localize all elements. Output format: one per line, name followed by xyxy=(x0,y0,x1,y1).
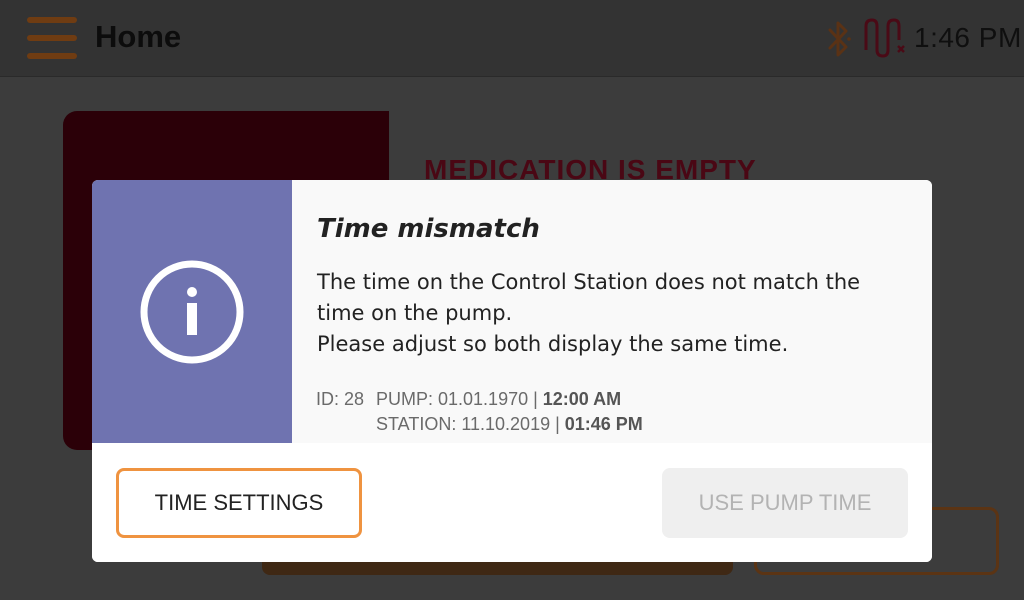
station-time-row: STATION: 11.10.2019 | 01:46 PM xyxy=(316,412,643,437)
dialog-message: The time on the Control Station does not… xyxy=(317,267,907,360)
dialog-message-line2: Please adjust so both display the same t… xyxy=(317,332,789,356)
page-title: Home xyxy=(95,19,182,54)
pump-connection-lost-icon xyxy=(864,18,905,58)
pump-date-label: PUMP: 01.01.1970 | xyxy=(376,389,543,409)
info-icon xyxy=(140,260,244,364)
dialog-title: Time mismatch xyxy=(317,214,540,244)
clock: 1:46 PM xyxy=(914,22,1022,53)
station-date-label: STATION: 11.10.2019 | xyxy=(376,414,565,434)
dialog-footer: TIME SETTINGS USE PUMP TIME xyxy=(92,443,932,562)
bluetooth-icon xyxy=(828,21,851,57)
dialog-icon-panel xyxy=(92,180,292,443)
use-pump-time-button[interactable]: USE PUMP TIME xyxy=(662,468,908,538)
dialog-content: Time mismatch The time on the Control St… xyxy=(292,180,932,443)
pump-time-value: 12:00 AM xyxy=(542,389,622,409)
time-mismatch-dialog: Time mismatch The time on the Control St… xyxy=(92,180,932,562)
app-header: Home 1:46 PM xyxy=(0,0,1024,77)
time-details: ID: 28 PUMP: 01.01.1970 | 12:00 AM STATIO… xyxy=(316,387,643,437)
hamburger-menu-icon[interactable] xyxy=(27,17,77,59)
station-time-value: 01:46 PM xyxy=(564,414,643,434)
dialog-message-line1: The time on the Control Station does not… xyxy=(317,270,861,325)
time-settings-button[interactable]: TIME SETTINGS xyxy=(116,468,362,538)
error-id: ID: 28 xyxy=(316,389,365,409)
pump-time-row: ID: 28 PUMP: 01.01.1970 | 12:00 AM xyxy=(316,387,643,412)
